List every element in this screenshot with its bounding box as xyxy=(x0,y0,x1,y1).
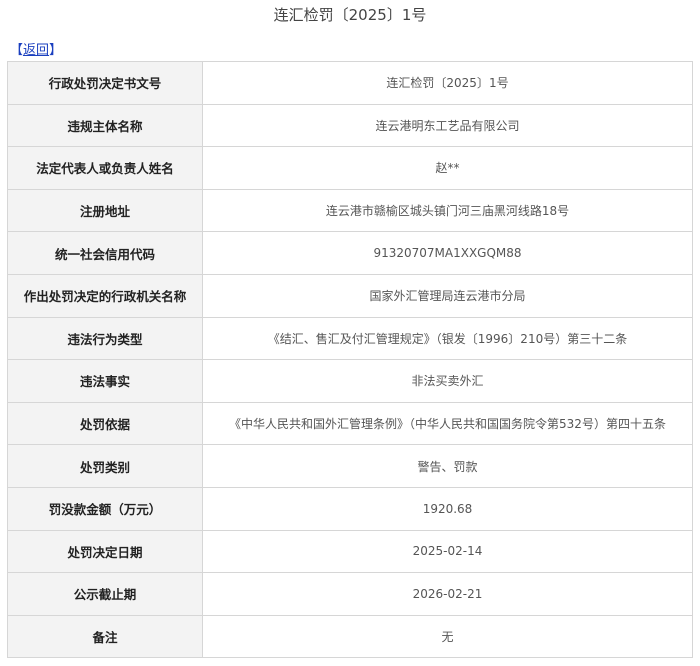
row-label-violation-type: 违法行为类型 xyxy=(7,316,203,361)
row-label-document-number: 行政处罚决定书文号 xyxy=(7,61,203,105)
row-label-penalty-basis: 处罚依据 xyxy=(7,401,203,446)
row-label-entity-name: 违规主体名称 xyxy=(7,103,203,148)
penalty-info-table: 行政处罚决定书文号 连汇检罚〔2025〕1号 违规主体名称 连云港明东工艺品有限… xyxy=(7,61,693,659)
table-row: 违法行为类型 《结汇、售汇及付汇管理规定》（银发〔1996〕210号）第三十二条 xyxy=(7,316,693,361)
row-value-penalty-category: 警告、罚款 xyxy=(202,444,693,488)
table-row: 行政处罚决定书文号 连汇检罚〔2025〕1号 xyxy=(7,61,693,105)
row-value-remarks: 无 xyxy=(202,614,693,659)
row-label-publicity-deadline: 公示截止期 xyxy=(7,572,203,616)
row-label-penalty-category: 处罚类别 xyxy=(7,444,203,488)
table-row: 统一社会信用代码 91320707MA1XXGQM88 xyxy=(7,231,693,275)
row-label-remarks: 备注 xyxy=(7,614,203,659)
table-row: 违规主体名称 连云港明东工艺品有限公司 xyxy=(7,103,693,148)
back-link-bracket-close: 】 xyxy=(49,43,63,58)
row-value-document-number: 连汇检罚〔2025〕1号 xyxy=(202,61,693,105)
row-value-fine-amount: 1920.68 xyxy=(202,486,693,531)
row-label-violation-facts: 违法事实 xyxy=(7,359,203,403)
row-label-legal-representative: 法定代表人或负责人姓名 xyxy=(7,146,203,190)
row-label-registered-address: 注册地址 xyxy=(7,188,203,233)
page-title: 连汇检罚〔2025〕1号 xyxy=(273,6,427,24)
row-label-fine-amount: 罚没款金额（万元） xyxy=(7,486,203,531)
row-value-violation-facts: 非法买卖外汇 xyxy=(202,359,693,403)
row-label-decision-date: 处罚决定日期 xyxy=(7,529,203,574)
table-row: 法定代表人或负责人姓名 赵** xyxy=(7,146,693,190)
table-row: 处罚依据 《中华人民共和国外汇管理条例》（中华人民共和国国务院令第532号）第四… xyxy=(7,401,693,446)
back-link[interactable]: 【返回】 xyxy=(10,42,62,60)
row-value-entity-name: 连云港明东工艺品有限公司 xyxy=(202,103,693,148)
table-row: 处罚类别 警告、罚款 xyxy=(7,444,693,488)
table-row: 违法事实 非法买卖外汇 xyxy=(7,359,693,403)
row-value-registered-address: 连云港市赣榆区城头镇门河三庙黑河线路18号 xyxy=(202,188,693,233)
row-value-violation-type: 《结汇、售汇及付汇管理规定》（银发〔1996〕210号）第三十二条 xyxy=(202,316,693,361)
row-value-legal-representative: 赵** xyxy=(202,146,693,190)
table-row: 处罚决定日期 2025-02-14 xyxy=(7,529,693,574)
row-value-authority-name: 国家外汇管理局连云港市分局 xyxy=(202,273,693,318)
row-label-authority-name: 作出处罚决定的行政机关名称 xyxy=(7,273,203,318)
table-row: 备注 无 xyxy=(7,614,693,659)
row-value-decision-date: 2025-02-14 xyxy=(202,529,693,574)
table-row: 作出处罚决定的行政机关名称 国家外汇管理局连云港市分局 xyxy=(7,273,693,318)
back-link-label[interactable]: 返回 xyxy=(23,43,49,58)
row-value-credit-code: 91320707MA1XXGQM88 xyxy=(202,231,693,275)
table-row: 公示截止期 2026-02-21 xyxy=(7,572,693,616)
table-row: 罚没款金额（万元） 1920.68 xyxy=(7,486,693,531)
row-value-penalty-basis: 《中华人民共和国外汇管理条例》（中华人民共和国国务院令第532号）第四十五条 xyxy=(202,401,693,446)
row-value-publicity-deadline: 2026-02-21 xyxy=(202,572,693,616)
row-label-credit-code: 统一社会信用代码 xyxy=(7,231,203,275)
table-row: 注册地址 连云港市赣榆区城头镇门河三庙黑河线路18号 xyxy=(7,188,693,233)
back-link-bracket-open: 【 xyxy=(10,43,24,58)
